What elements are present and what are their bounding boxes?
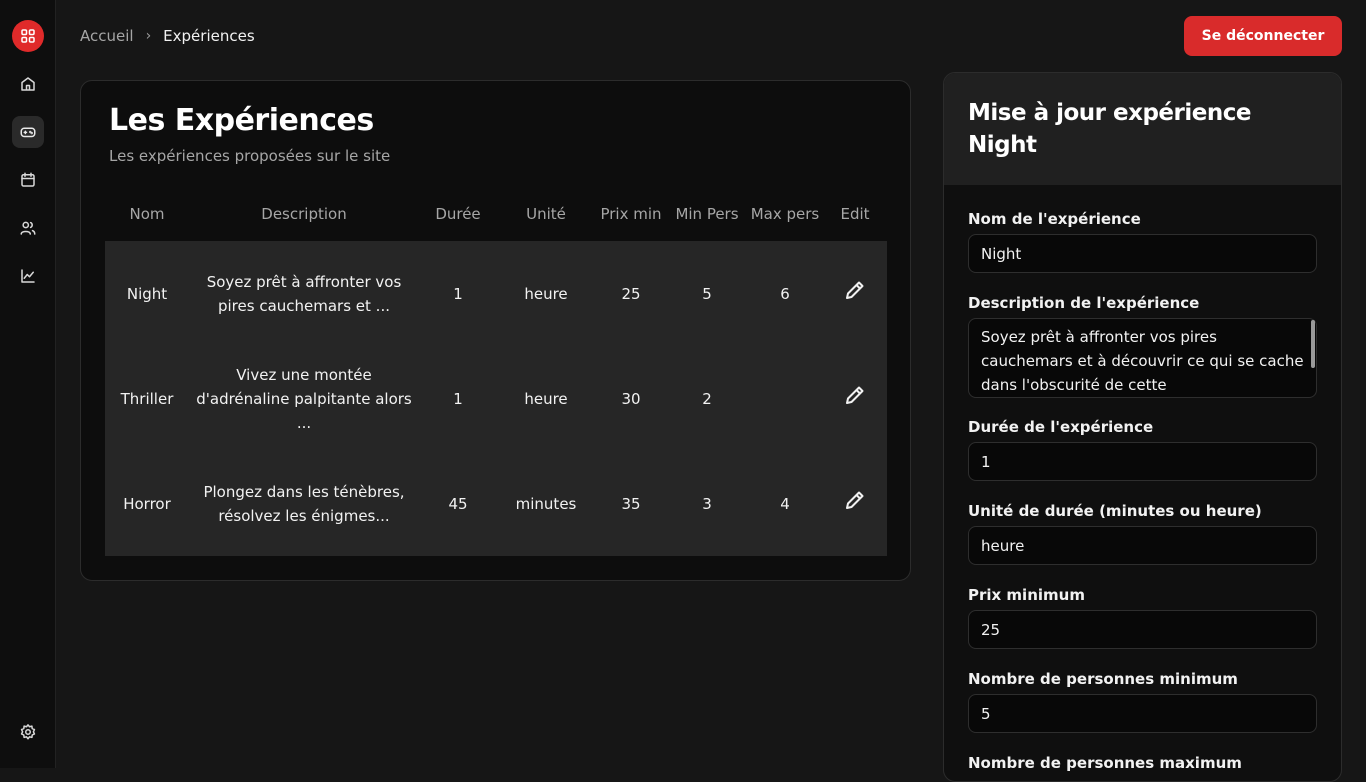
cell-description: Vivez une montée d'adrénaline palpitante… bbox=[196, 365, 412, 432]
nom-label: Nom de l'expérience bbox=[968, 210, 1141, 228]
cell-prix-min: 25 bbox=[621, 284, 641, 303]
logout-button[interactable]: Se déconnecter bbox=[1184, 16, 1342, 56]
column-header: Unité bbox=[526, 205, 566, 223]
sidebar-item-experiences[interactable] bbox=[12, 116, 44, 148]
cell-min-pers: 5 bbox=[702, 284, 712, 303]
cell-min-pers: 2 bbox=[702, 389, 712, 408]
min-pers-label: Nombre de personnes minimum bbox=[968, 670, 1238, 688]
experiences-table: Nom Description Durée Unité Prix min Min… bbox=[105, 187, 887, 556]
cell-unite: heure bbox=[524, 389, 568, 408]
chevron-right-icon: › bbox=[145, 28, 152, 44]
breadcrumb: Accueil › Expériences bbox=[80, 24, 255, 48]
grid-icon bbox=[21, 29, 35, 43]
pencil-icon[interactable] bbox=[843, 278, 867, 302]
pencil-icon[interactable] bbox=[843, 383, 867, 407]
experiences-card: Les Expériences Les expériences proposée… bbox=[80, 80, 911, 581]
description-field[interactable]: Soyez prêt à affronter vos pires cauchem… bbox=[968, 318, 1317, 398]
cell-nom: Horror bbox=[123, 494, 171, 513]
cell-description: Plongez dans les ténèbres, résolvez les … bbox=[203, 482, 405, 525]
column-header: Min Pers bbox=[675, 205, 739, 223]
page-subtitle: Les expériences proposées sur le site bbox=[109, 147, 391, 165]
description-label: Description de l'expérience bbox=[968, 294, 1200, 312]
cell-prix-min: 35 bbox=[621, 494, 641, 513]
cell-edit bbox=[823, 346, 887, 451]
sidebar-item-home[interactable] bbox=[12, 68, 44, 100]
home-icon bbox=[21, 77, 35, 91]
column-header: Prix min bbox=[600, 205, 662, 223]
column-header: Nom bbox=[129, 205, 165, 223]
textarea-scrollbar[interactable] bbox=[1311, 320, 1315, 368]
column-header: Durée bbox=[435, 205, 481, 223]
cell-min-pers: 3 bbox=[702, 494, 712, 513]
table-row: Horror Plongez dans les ténèbres, résolv… bbox=[105, 451, 887, 556]
gear-icon bbox=[20, 724, 36, 740]
breadcrumb-current: Expériences bbox=[163, 27, 255, 45]
duree-label: Durée de l'expérience bbox=[968, 418, 1154, 436]
chart-icon bbox=[21, 269, 35, 283]
cell-duree: 1 bbox=[453, 389, 463, 408]
max-pers-label: Nombre de personnes maximum bbox=[968, 754, 1242, 772]
cell-duree: 1 bbox=[453, 284, 463, 303]
unite-field[interactable] bbox=[968, 526, 1317, 565]
unite-label: Unité de durée (minutes ou heure) bbox=[968, 502, 1262, 520]
table-row: Night Soyez prêt à affronter vos pires c… bbox=[105, 241, 887, 346]
prix-label: Prix minimum bbox=[968, 586, 1085, 604]
sidebar-item-users[interactable] bbox=[12, 212, 44, 244]
column-header: Max pers bbox=[750, 205, 820, 223]
panel-title: Mise à jour expérience Night bbox=[968, 100, 1251, 158]
pencil-icon[interactable] bbox=[843, 488, 867, 512]
breadcrumb-home-link[interactable]: Accueil bbox=[80, 27, 134, 45]
cell-nom: Thriller bbox=[120, 389, 174, 408]
users-icon bbox=[20, 221, 36, 235]
column-header: Edit bbox=[840, 205, 870, 223]
sidebar bbox=[0, 0, 56, 768]
min-pers-field[interactable] bbox=[968, 694, 1317, 733]
gamepad-icon bbox=[20, 127, 36, 138]
table-header-row: Nom Description Durée Unité Prix min Min… bbox=[105, 187, 887, 241]
page-title: Les Expériences bbox=[109, 103, 374, 138]
prix-field[interactable] bbox=[968, 610, 1317, 649]
duree-field[interactable] bbox=[968, 442, 1317, 481]
app-logo[interactable] bbox=[12, 20, 44, 52]
cell-max-pers: 6 bbox=[780, 284, 790, 303]
sidebar-item-settings[interactable] bbox=[12, 716, 44, 748]
nom-field[interactable] bbox=[968, 234, 1317, 273]
column-header: Description bbox=[261, 205, 347, 223]
cell-duree: 45 bbox=[448, 494, 468, 513]
cell-unite: heure bbox=[524, 284, 568, 303]
table-row: Thriller Vivez une montée d'adrénaline p… bbox=[105, 346, 887, 451]
calendar-icon bbox=[21, 172, 35, 187]
cell-max-pers: 4 bbox=[780, 494, 790, 513]
cell-max-pers bbox=[747, 346, 823, 451]
cell-nom: Night bbox=[126, 284, 168, 303]
sidebar-item-stats[interactable] bbox=[12, 260, 44, 292]
cell-edit bbox=[823, 241, 887, 346]
sidebar-item-calendar[interactable] bbox=[12, 164, 44, 196]
cell-prix-min: 30 bbox=[621, 389, 641, 408]
panel-header: Mise à jour expérience Night bbox=[944, 73, 1341, 185]
cell-edit bbox=[823, 451, 887, 556]
cell-unite: minutes bbox=[515, 494, 577, 513]
cell-description: Soyez prêt à affronter vos pires cauchem… bbox=[206, 272, 402, 315]
update-panel: Mise à jour expérience Night Nom de l'ex… bbox=[943, 72, 1342, 782]
